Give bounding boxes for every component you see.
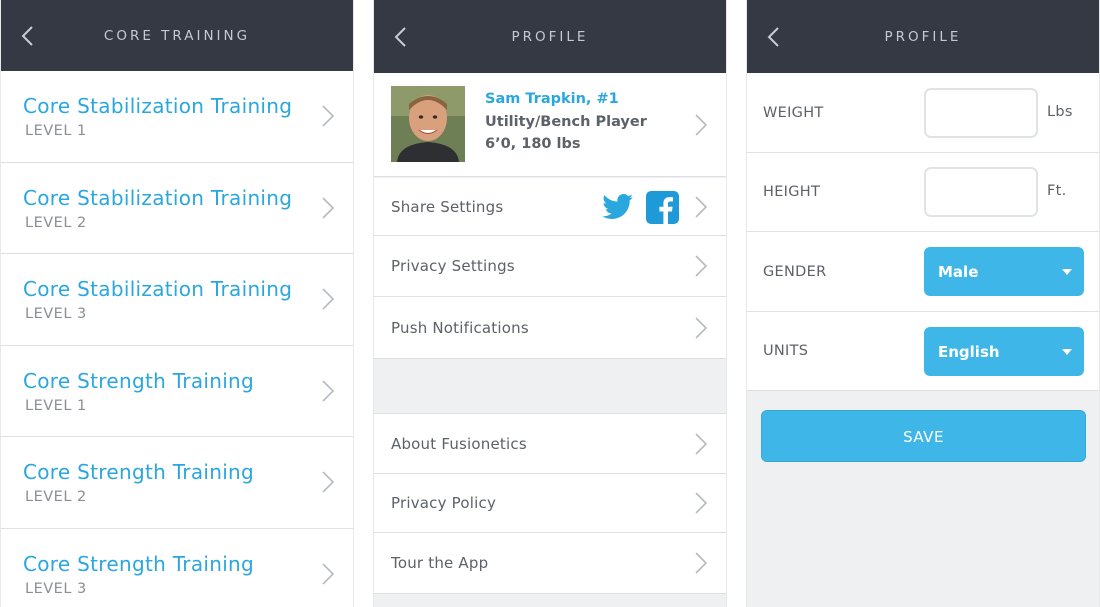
caret-down-icon (1062, 348, 1072, 355)
menu-label: Privacy Settings (391, 257, 515, 275)
avatar (391, 86, 465, 162)
menu-label: Tour the App (391, 554, 489, 572)
chevron-right-icon (694, 195, 708, 219)
training-title: Core Strength Training (23, 551, 255, 576)
units-select[interactable]: English (924, 327, 1084, 376)
list-item[interactable]: Core Strength Training LEVEL 2 (1, 437, 353, 529)
privacy-settings-row[interactable]: Privacy Settings (374, 236, 726, 297)
height-label: HEIGHT (763, 184, 821, 200)
gender-select[interactable]: Male (924, 247, 1084, 296)
header-bar: CORE TRAINING (1, 0, 353, 71)
menu-label: Share Settings (391, 197, 504, 216)
training-level: LEVEL 3 (25, 580, 87, 597)
profile-card[interactable]: Sam Trapkin, #1 Utility/Bench Player 6’0… (374, 73, 726, 177)
list-item[interactable]: Core Stabilization Training LEVEL 3 (1, 254, 353, 346)
tour-app-row[interactable]: Tour the App (374, 533, 726, 594)
training-title: Core Stabilization Training (23, 94, 293, 118)
training-level: LEVEL 2 (25, 489, 87, 505)
weight-unit-label: Lbs (1047, 104, 1073, 120)
chevron-right-icon (321, 379, 335, 403)
menu-label: Push Notifications (391, 318, 529, 337)
chevron-right-icon (694, 254, 708, 278)
chevron-right-icon (321, 470, 335, 494)
list-item[interactable]: Core Strength Training LEVEL 3 (1, 528, 353, 607)
page-title: PROFILE (511, 28, 589, 45)
weight-label: WEIGHT (763, 104, 824, 121)
chevron-right-icon (694, 113, 708, 137)
training-title: Core Strength Training (23, 460, 255, 484)
units-row: UNITS English (747, 312, 1099, 391)
chevron-right-icon (694, 491, 708, 515)
chevron-right-icon (321, 562, 335, 586)
about-row[interactable]: About Fusionetics (374, 413, 726, 474)
list-item[interactable]: Core Stabilization Training LEVEL 2 (1, 162, 353, 254)
chevron-right-icon (321, 196, 335, 220)
menu-label: Privacy Policy (391, 494, 497, 512)
profile-screen: PROFILE Sam Trapkin, #1 Utility/Bench Pl… (373, 0, 727, 607)
training-level: LEVEL 1 (25, 397, 87, 414)
chevron-right-icon (694, 432, 708, 456)
list-item[interactable]: Core Strength Training LEVEL 1 (1, 345, 353, 437)
height-unit-label: Ft. (1047, 183, 1067, 199)
training-level: LEVEL 1 (25, 123, 87, 139)
page-title: CORE TRAINING (103, 27, 251, 44)
training-level: LEVEL 2 (25, 214, 87, 231)
core-training-screen: CORE TRAINING Core Stabilization Trainin… (0, 0, 354, 607)
page-title: PROFILE (884, 28, 962, 45)
height-row: HEIGHT Ft. (747, 153, 1099, 232)
profile-size: 6’0, 180 lbs (485, 136, 581, 152)
training-level: LEVEL 3 (25, 306, 87, 322)
caret-down-icon (1062, 268, 1072, 275)
gender-label: GENDER (763, 263, 827, 280)
facebook-icon[interactable] (646, 190, 679, 224)
privacy-policy-row[interactable]: Privacy Policy (374, 474, 726, 533)
save-button[interactable]: SAVE (761, 410, 1086, 462)
gender-row: GENDER Male (747, 232, 1099, 312)
push-notifications-row[interactable]: Push Notifications (374, 297, 726, 359)
profile-form-screen: PROFILE WEIGHT Lbs HEIGHT Ft. GENDER Mal… (746, 0, 1100, 607)
weight-row: WEIGHT Lbs (747, 73, 1099, 153)
training-list: Core Stabilization Training LEVEL 1 Core… (1, 71, 353, 607)
twitter-icon[interactable] (602, 193, 634, 220)
training-title: Core Stabilization Training (23, 185, 293, 210)
share-settings-row[interactable]: Share Settings (374, 178, 726, 236)
chevron-right-icon (321, 287, 335, 311)
height-input[interactable] (924, 167, 1038, 217)
profile-position: Utility/Bench Player (485, 114, 647, 130)
gender-selected-value: Male (938, 262, 979, 281)
training-title: Core Stabilization Training (23, 277, 293, 301)
chevron-right-icon (694, 551, 708, 575)
chevron-right-icon (321, 104, 335, 128)
units-label: UNITS (763, 343, 809, 359)
profile-name: Sam Trapkin, #1 (485, 91, 619, 107)
header-bar: PROFILE (747, 0, 1099, 73)
chevron-right-icon (694, 316, 708, 340)
list-item[interactable]: Core Stabilization Training LEVEL 1 (1, 71, 353, 163)
training-title: Core Strength Training (23, 368, 255, 393)
menu-label: About Fusionetics (391, 434, 527, 453)
weight-input[interactable] (924, 88, 1038, 138)
units-selected-value: English (938, 342, 1000, 361)
header-bar: PROFILE (374, 0, 726, 73)
